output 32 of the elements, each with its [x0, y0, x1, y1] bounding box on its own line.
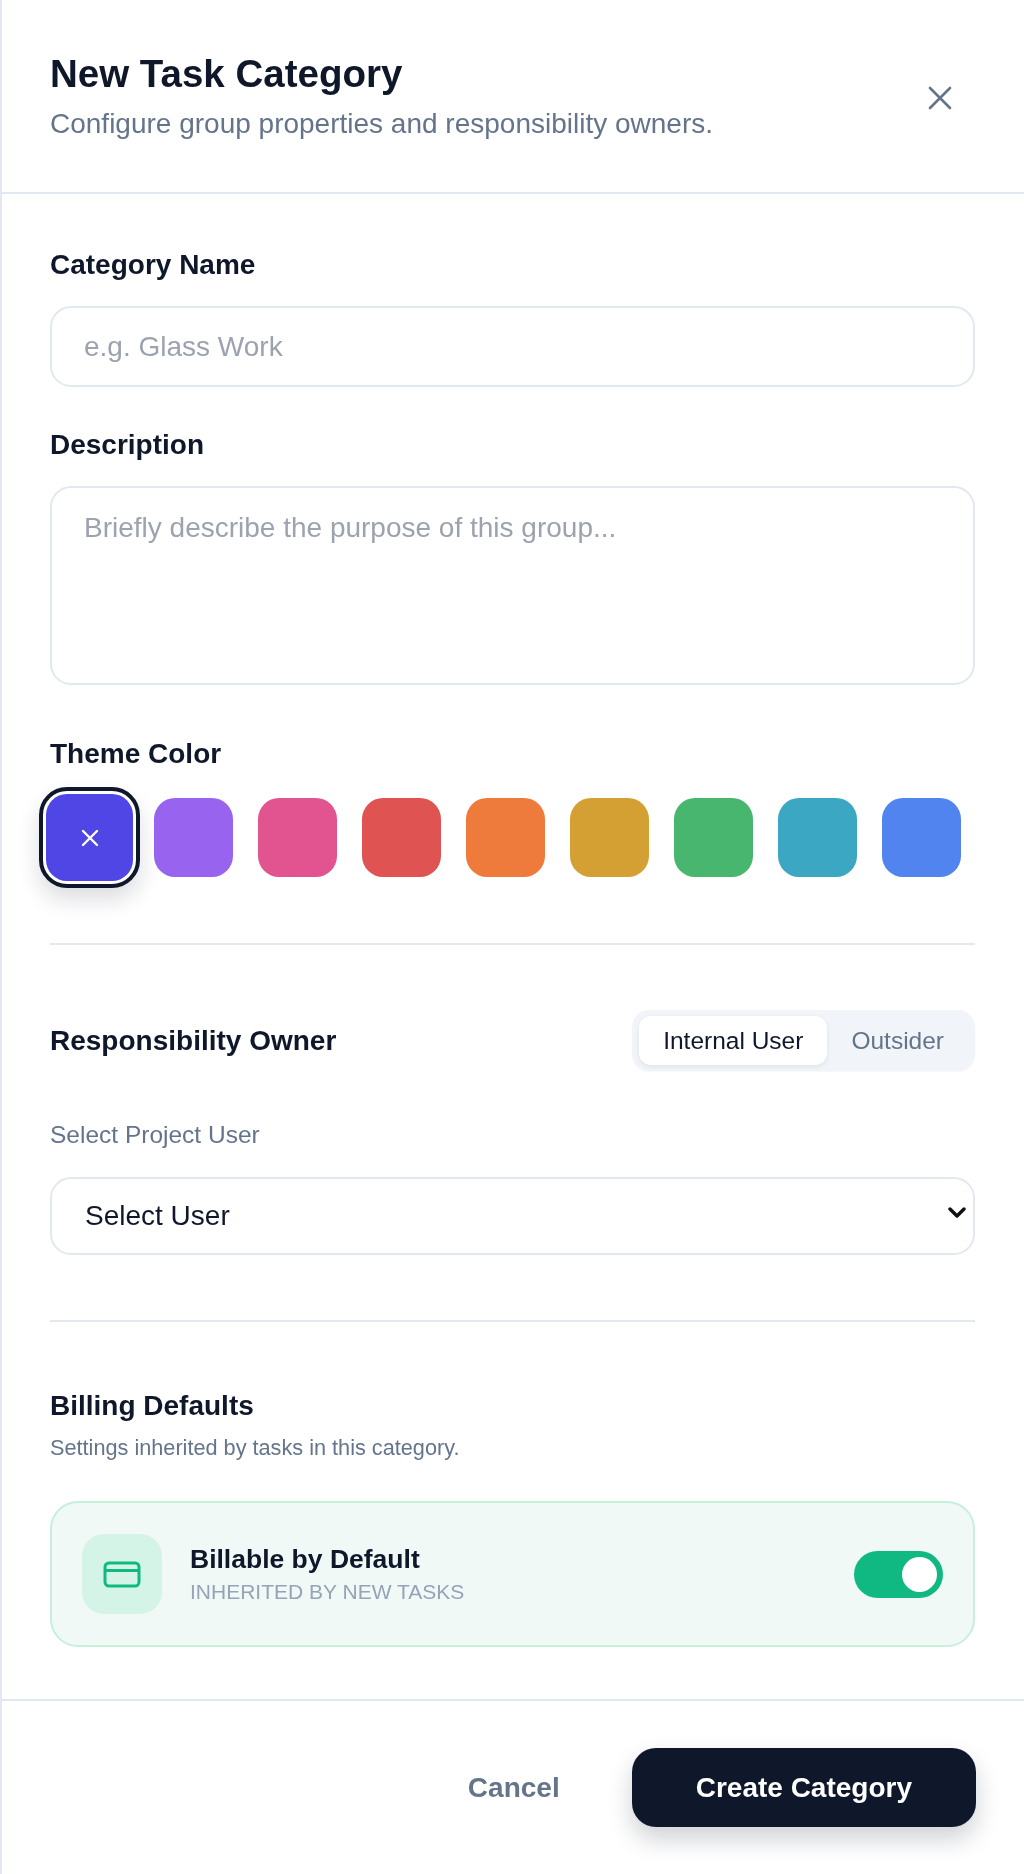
create-button[interactable]: Create Category — [631, 1748, 976, 1827]
color-swatch[interactable] — [154, 798, 233, 877]
section-label: Responsibility Owner — [50, 1024, 337, 1058]
color-swatch[interactable] — [362, 798, 441, 877]
section-title: Billing Defaults — [50, 1388, 255, 1423]
color-swatch[interactable] — [778, 798, 857, 877]
setting-title: Billable by Default — [190, 1543, 421, 1575]
chevron-down-icon — [948, 1207, 966, 1219]
cancel-button[interactable]: Cancel — [443, 1748, 584, 1827]
color-swatch[interactable] — [39, 787, 140, 888]
color-swatch[interactable] — [882, 798, 961, 877]
panel-title: New Task Category — [50, 51, 404, 97]
color-swatch[interactable] — [466, 798, 545, 877]
color-swatch[interactable] — [674, 798, 753, 877]
owner-tab[interactable]: Outsider — [827, 1016, 968, 1065]
field-label: Category Name — [50, 248, 257, 282]
section-subtitle: Settings inherited by tasks in this category. — [50, 1434, 461, 1462]
user-select[interactable]: Select User — [50, 1177, 975, 1255]
textarea-field[interactable]: Briefly describe the purpose of this group... — [50, 486, 975, 685]
owner-tab[interactable]: Internal User — [639, 1016, 828, 1065]
section-label: Theme Color — [50, 737, 223, 771]
color-swatch[interactable] — [570, 798, 649, 877]
credit-card-icon — [82, 1534, 162, 1614]
field-label: Select Project User — [50, 1120, 261, 1150]
color-swatch[interactable] — [258, 798, 337, 877]
setting-caption: INHERITED BY NEW TASKS — [190, 1579, 465, 1605]
close-icon — [928, 86, 952, 110]
x-mark-icon — [80, 828, 99, 847]
panel-subtitle: Configure group properties and responsibility owners. — [50, 107, 714, 141]
text-input[interactable]: e.g. Glass Work — [50, 306, 975, 387]
field-label: Description — [50, 428, 206, 462]
toggle-switch[interactable] — [854, 1550, 943, 1598]
